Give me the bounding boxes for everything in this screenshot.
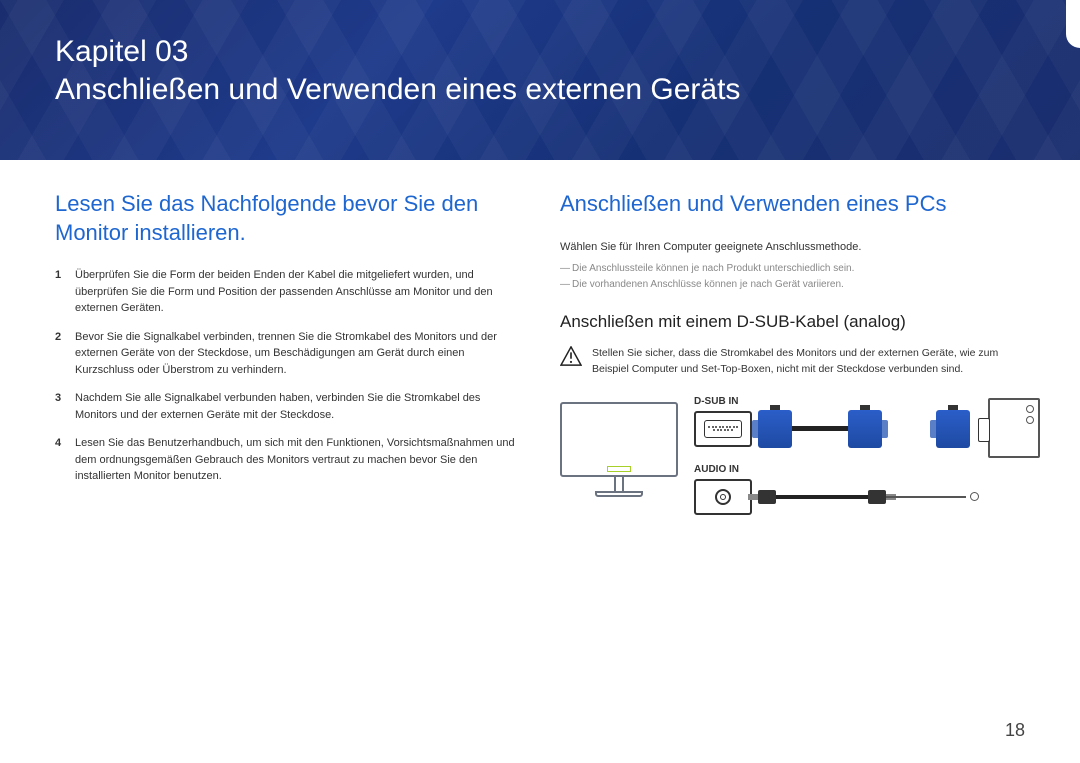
right-column: Anschließen und Verwenden eines PCs Wähl… (560, 190, 1025, 546)
audio-port (694, 479, 752, 515)
monitor-illustration (560, 402, 678, 502)
audio-label: AUDIO IN (694, 464, 739, 475)
intro-text: Wählen Sie für Ihren Computer geeignete … (560, 239, 1025, 256)
vga-connector (936, 410, 970, 448)
audio-cable (776, 495, 868, 499)
step-item: Lesen Sie das Benutzerhandbuch, um sich … (55, 435, 520, 485)
install-steps: Überprüfen Sie die Form der beiden Enden… (55, 267, 520, 485)
note-item: Die vorhandenen Anschlüsse können je nac… (560, 279, 1025, 290)
vga-connector (848, 410, 882, 448)
left-column: Lesen Sie das Nachfolgende bevor Sie den… (55, 190, 520, 546)
chapter-title: Anschließen und Verwenden eines externen… (55, 73, 1025, 107)
vga-connector (758, 410, 792, 448)
pc-illustration (988, 398, 1040, 458)
audio-plug (868, 490, 886, 504)
warning-box: Stellen Sie sicher, dass die Stromkabel … (560, 346, 1025, 378)
dsub-cable (792, 426, 848, 431)
section-heading-right: Anschließen und Verwenden eines PCs (560, 190, 1025, 219)
dsub-port (694, 411, 752, 447)
page-content: Lesen Sie das Nachfolgende bevor Sie den… (0, 160, 1080, 546)
note-item: Die Anschlussteile können je nach Produk… (560, 263, 1025, 274)
chapter-number: Kapitel 03 (55, 35, 1025, 69)
page-number: 18 (1005, 720, 1025, 741)
step-item: Überprüfen Sie die Form der beiden Enden… (55, 267, 520, 317)
step-item: Bevor Sie die Signalkabel verbinden, tre… (55, 329, 520, 379)
subsection-heading: Anschließen mit einem D-SUB-Kabel (analo… (560, 312, 1025, 332)
audio-wire (886, 496, 966, 498)
section-heading-left: Lesen Sie das Nachfolgende bevor Sie den… (55, 190, 520, 247)
warning-icon (560, 346, 582, 366)
step-item: Nachdem Sie alle Signalkabel verbunden h… (55, 390, 520, 423)
pc-audio-jack (970, 492, 979, 501)
chapter-banner: Kapitel 03 Anschließen und Verwenden ein… (0, 0, 1080, 160)
audio-plug (758, 490, 776, 504)
connection-diagram: D-SUB IN AUDIO IN (560, 396, 1040, 546)
warning-text: Stellen Sie sicher, dass die Stromkabel … (592, 346, 1025, 378)
dsub-label: D-SUB IN (694, 396, 738, 407)
